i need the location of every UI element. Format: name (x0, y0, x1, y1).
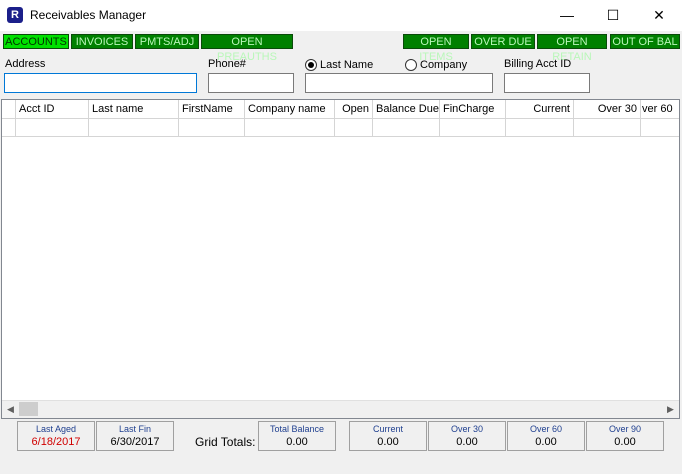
lastname-radio[interactable] (305, 59, 317, 71)
tab-open-preauths[interactable]: OPEN PREAUTHS (201, 34, 293, 63)
total-balance-label: Total Balance (269, 424, 325, 434)
tab-invoices[interactable]: INVOICES (71, 34, 133, 49)
tab-open-retain[interactable]: OPEN RETAIN (537, 34, 607, 63)
over90-label: Over 90 (608, 424, 641, 434)
row-selector-header (2, 100, 16, 119)
scroll-left-icon[interactable]: ◀ (2, 401, 19, 418)
address-label: Address (5, 58, 46, 70)
over90-box: Over 90 0.00 (586, 421, 664, 451)
address-input[interactable] (4, 73, 197, 93)
column-header[interactable]: FinCharge (440, 100, 506, 119)
scroll-right-icon[interactable]: ▶ (662, 401, 679, 418)
close-button[interactable]: ✕ (636, 0, 682, 31)
over60-value: 0.00 (535, 436, 557, 448)
last-fin-value: 6/30/2017 (110, 436, 160, 448)
footer-totals: Last Aged 6/18/2017 Last Fin 6/30/2017 G… (0, 421, 682, 453)
phone-label: Phone# (208, 58, 246, 70)
last-fin-label: Last Fin (118, 424, 151, 434)
column-header[interactable]: Acct ID (16, 100, 89, 119)
column-header[interactable]: Open (335, 100, 373, 119)
grid-cell[interactable] (440, 119, 506, 137)
name-input[interactable] (305, 73, 493, 93)
horizontal-scrollbar[interactable]: ◀ ▶ (2, 400, 679, 418)
grid-totals-label: Grid Totals: (195, 435, 256, 449)
phone-input[interactable] (208, 73, 294, 93)
tab-out-of-bal[interactable]: OUT OF BAL (610, 34, 680, 49)
column-header[interactable]: ver 60 (641, 100, 679, 119)
grid-cell[interactable] (506, 119, 574, 137)
scrollbar-thumb[interactable] (19, 402, 38, 416)
tab-pmts-adj[interactable]: PMTS/ADJ (135, 34, 199, 49)
accounts-grid[interactable]: Acct ID Last name FirstName Company name… (1, 99, 680, 419)
current-label: Current (372, 424, 403, 434)
tab-over-due[interactable]: OVER DUE (471, 34, 535, 49)
over30-box: Over 30 0.00 (428, 421, 506, 451)
total-balance-value: 0.00 (286, 436, 308, 448)
app-logo-icon: R (7, 7, 23, 23)
last-fin-box: Last Fin 6/30/2017 (96, 421, 174, 451)
window-title: Receivables Manager (30, 8, 147, 22)
current-box: Current 0.00 (349, 421, 427, 451)
title-bar: R Receivables Manager — ☐ ✕ (0, 0, 682, 31)
over30-label: Over 30 (450, 424, 483, 434)
grid-cell[interactable] (179, 119, 245, 137)
column-header[interactable]: Current (506, 100, 574, 119)
column-header[interactable]: Company name (245, 100, 335, 119)
last-aged-value: 6/18/2017 (31, 436, 81, 448)
over60-box: Over 60 0.00 (507, 421, 585, 451)
company-radio-label: Company (420, 59, 468, 71)
grid-cell[interactable] (373, 119, 440, 137)
grid-cell[interactable] (16, 119, 89, 137)
column-header[interactable]: FirstName (179, 100, 245, 119)
grid-cell[interactable] (641, 119, 679, 137)
billing-acct-input[interactable] (504, 73, 590, 93)
maximize-button[interactable]: ☐ (590, 0, 636, 31)
column-header[interactable]: Last name (89, 100, 179, 119)
over60-label: Over 60 (529, 424, 562, 434)
grid-cell[interactable] (89, 119, 179, 137)
column-header[interactable]: Balance Due (373, 100, 440, 119)
company-radio[interactable] (405, 59, 417, 71)
over30-value: 0.00 (456, 436, 478, 448)
grid-cell[interactable] (574, 119, 641, 137)
over90-value: 0.00 (614, 436, 636, 448)
total-balance-box: Total Balance 0.00 (258, 421, 336, 451)
grid-cell[interactable] (245, 119, 335, 137)
row-selector[interactable] (2, 119, 16, 137)
tab-bar: ACCOUNTS INVOICES PMTS/ADJ OPEN PREAUTHS… (0, 32, 682, 63)
tab-open-items[interactable]: OPEN ITEMS (403, 34, 469, 63)
lastname-radio-label: Last Name (320, 59, 374, 71)
last-aged-label: Last Aged (35, 424, 77, 434)
radio-selected-dot (308, 62, 314, 68)
current-value: 0.00 (377, 436, 399, 448)
last-aged-box: Last Aged 6/18/2017 (17, 421, 95, 451)
tab-accounts[interactable]: ACCOUNTS (3, 34, 69, 49)
column-header[interactable]: Over 30 (574, 100, 641, 119)
billing-acct-label: Billing Acct ID (504, 58, 572, 70)
grid-cell[interactable] (335, 119, 373, 137)
minimize-button[interactable]: — (544, 0, 590, 31)
